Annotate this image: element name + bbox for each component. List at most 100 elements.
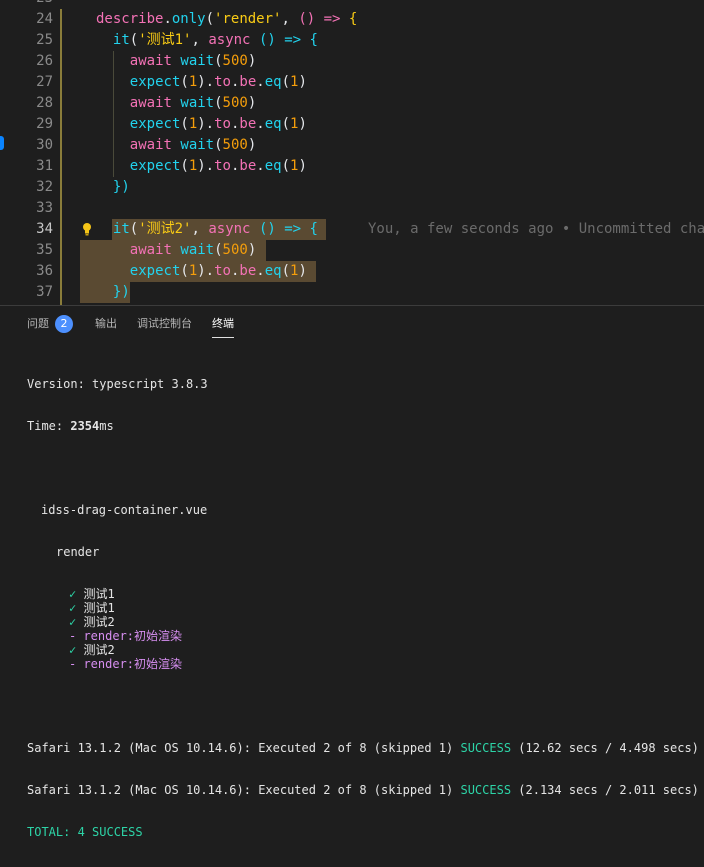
version-label: Version: xyxy=(27,377,93,391)
code-token: ) xyxy=(247,95,257,111)
code-token: wait xyxy=(180,137,215,153)
code-token: ( xyxy=(214,137,223,153)
test-result-line: ✓ 测试1 xyxy=(27,601,699,615)
code-line[interactable]: 23 xyxy=(0,0,704,9)
code-token: '测试2' xyxy=(138,221,192,237)
test-name: 测试2 xyxy=(83,615,115,629)
terminal-output[interactable]: Version: typescript 3.8.3 Time: 2354ms i… xyxy=(27,349,699,867)
total-line: TOTAL: 4 SUCCESS xyxy=(27,825,143,839)
tab-debug-console[interactable]: 调试控制台 xyxy=(137,306,192,342)
code-token: 1 xyxy=(188,158,198,174)
code-token: wait xyxy=(180,53,215,69)
code-token: async xyxy=(208,32,251,48)
test-result-line: - render:初始渲染 xyxy=(27,657,699,671)
code-token: ( xyxy=(180,263,189,279)
code-token: be xyxy=(239,158,257,174)
code-line[interactable]: 33 xyxy=(0,198,704,219)
code-token: 1 xyxy=(188,74,198,90)
test-result-line: ✓ 测试2 xyxy=(27,643,699,657)
skip-icon: - xyxy=(69,657,84,671)
code-token: '测试1' xyxy=(138,32,192,48)
time-unit: ms xyxy=(99,419,114,433)
code-text: }) xyxy=(113,177,130,198)
code-line[interactable]: 27 expect(1).to.be.eq(1) xyxy=(0,72,704,93)
code-text: expect(1).to.be.eq(1) xyxy=(130,72,307,93)
code-token: be xyxy=(239,116,257,132)
code-line[interactable]: 36 expect(1).to.be.eq(1) xyxy=(0,261,704,282)
code-token: be xyxy=(239,74,257,90)
code-token: ( xyxy=(281,116,290,132)
code-token: only xyxy=(171,11,206,27)
code-text: }) xyxy=(113,282,130,303)
code-token: ( xyxy=(205,11,215,27)
code-token: . xyxy=(256,116,265,132)
code-token: to xyxy=(214,116,231,132)
code-token: ( xyxy=(214,95,223,111)
code-token: 500 xyxy=(222,242,248,258)
code-token: ( xyxy=(281,74,290,90)
code-text: expect(1).to.be.eq(1) xyxy=(130,114,307,135)
line-number: 24 xyxy=(36,11,53,27)
tab-terminal[interactable]: 终端 xyxy=(212,306,234,342)
code-token: }) xyxy=(112,179,130,195)
problems-count-badge: 2 xyxy=(55,315,73,333)
code-token: await xyxy=(129,137,172,153)
code-line[interactable]: 26 await wait(500) xyxy=(0,51,704,72)
code-token: ( xyxy=(281,158,290,174)
code-token: ) xyxy=(247,137,257,153)
line-number: 32 xyxy=(36,179,53,195)
tab-problems-label: 问题 xyxy=(27,317,49,330)
code-token: ( xyxy=(129,221,139,237)
check-icon: ✓ xyxy=(69,615,84,629)
code-line[interactable]: 29 expect(1).to.be.eq(1) xyxy=(0,114,704,135)
code-token: { xyxy=(309,32,318,48)
code-token: ( xyxy=(281,263,290,279)
line-number: 25 xyxy=(36,32,53,48)
code-editor[interactable]: 23 24 describe.only('render', () => {25it(… xyxy=(0,0,704,305)
code-token: ( xyxy=(129,32,139,48)
tab-debug-console-label: 调试控制台 xyxy=(137,317,192,330)
code-line[interactable]: 37}) xyxy=(0,282,704,303)
code-line[interactable]: 34 it('测试2', async () => {You, a few seco… xyxy=(0,219,704,240)
code-text: await wait(500) xyxy=(130,240,256,261)
code-line[interactable]: 31 expect(1).to.be.eq(1) xyxy=(0,156,704,177)
tab-problems[interactable]: 问题 2 xyxy=(27,306,73,342)
check-icon: ✓ xyxy=(69,587,84,601)
lightbulb-icon[interactable] xyxy=(81,222,93,236)
code-token: . xyxy=(256,263,265,279)
code-token: ( xyxy=(214,242,223,258)
test-results: ✓ 测试1 ✓ 测试1 ✓ 测试2- render:初始渲染 ✓ 测试2- rende… xyxy=(27,587,699,671)
code-token: ) xyxy=(298,74,307,90)
code-token: 500 xyxy=(222,95,248,111)
test-result-line: - render:初始渲染 xyxy=(27,629,699,643)
code-line[interactable]: 25 it('测试1', async () => { xyxy=(0,30,704,51)
code-line[interactable]: 30 await wait(500) xyxy=(0,135,704,156)
line-number: 29 xyxy=(36,116,53,132)
code-token: . xyxy=(256,158,265,174)
check-icon: ✓ xyxy=(69,643,84,657)
code-token: 1 xyxy=(188,116,198,132)
summary-status: SUCCESS xyxy=(460,741,512,755)
code-token: ) xyxy=(298,263,307,279)
tab-terminal-label: 终端 xyxy=(212,317,234,330)
code-line[interactable]: 24 describe.only('render', () => { xyxy=(0,9,704,30)
code-line[interactable]: 32}) xyxy=(0,177,704,198)
code-text: describe.only('render', () => { xyxy=(96,9,357,30)
code-token: eq xyxy=(264,158,282,174)
tab-output[interactable]: 输出 xyxy=(95,306,117,342)
test-name: 测试1 xyxy=(83,601,115,615)
code-token: 1 xyxy=(188,263,198,279)
code-token: , xyxy=(281,11,299,27)
code-text: await wait(500) xyxy=(130,51,256,72)
code-token: { xyxy=(348,11,358,27)
line-number: 26 xyxy=(36,53,53,69)
test-suite-name: render xyxy=(56,545,100,559)
code-line[interactable]: 35 await wait(500) xyxy=(0,240,704,261)
code-line[interactable]: 28 await wait(500) xyxy=(0,93,704,114)
code-token: wait xyxy=(180,242,215,258)
